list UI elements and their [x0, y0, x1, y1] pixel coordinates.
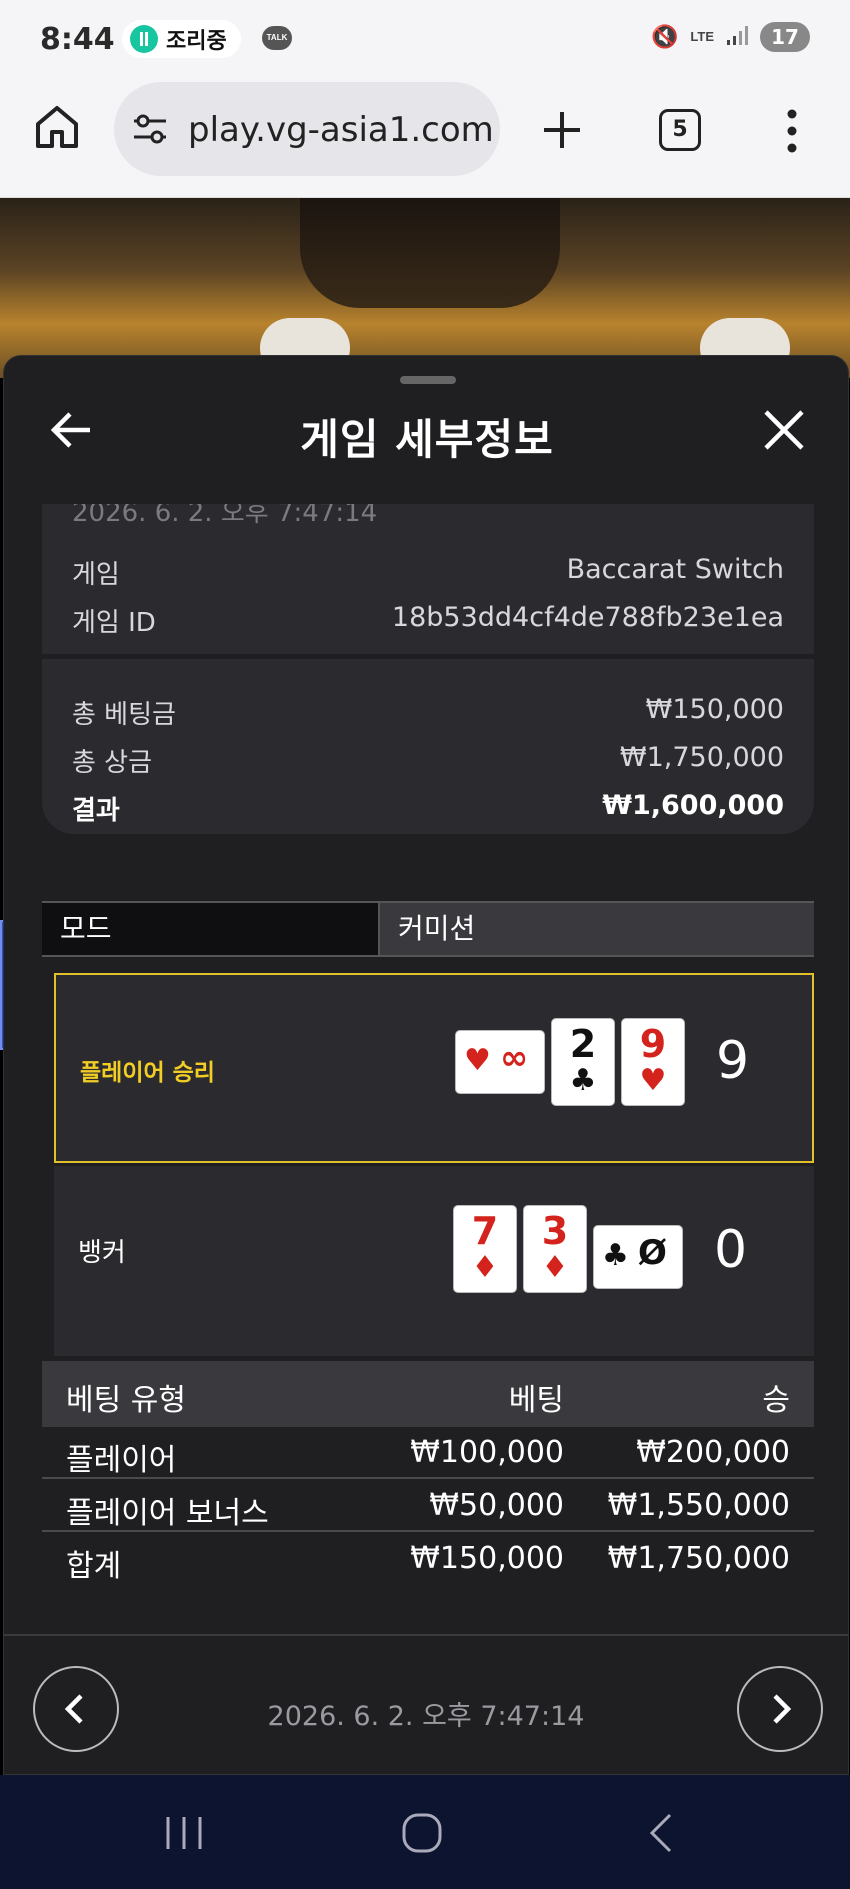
- page-title: 게임 세부정보: [300, 415, 554, 464]
- game-label: 게임: [72, 560, 120, 590]
- android-navigation-bar: [0, 1775, 850, 1889]
- table-row-total: 합계 ₩150,000 ₩1,750,000: [42, 1533, 814, 1585]
- tab-switcher-button[interactable]: 5: [659, 109, 701, 151]
- notification-text: 조리중: [166, 29, 227, 54]
- banker-hand: 뱅커 7 ♦ 3 ♦ Ø ♣ 0: [54, 1166, 814, 1356]
- playing-card: Ø ♣: [594, 1226, 682, 1288]
- status-icons: 🔇 LTE 17: [651, 22, 810, 52]
- game-date-partial: 2026. 6. 2. 오후 7:47:14: [72, 504, 378, 528]
- bet-amount-cell: ₩50,000: [429, 1488, 564, 1523]
- round-date: 2026. 6. 2. 오후 7:47:14: [267, 1701, 585, 1732]
- bet-amount-cell: ₩100,000: [410, 1435, 564, 1470]
- bet-type-cell: 플레이어: [66, 1443, 177, 1478]
- new-tab-button[interactable]: [540, 108, 584, 152]
- total-bet-label: 총 베팅금: [72, 700, 176, 730]
- status-time: 8:44: [40, 22, 115, 57]
- game-details-sheet: 게임 세부정보 2026. 6. 2. 오후 7:47:14 게임 Baccar…: [3, 355, 849, 1775]
- card-rank: 3: [541, 1209, 569, 1253]
- player-hand: 플레이어 승리 ∞ ♥ 2 ♣ 9 ♥ 9: [54, 973, 814, 1163]
- next-round-button[interactable]: [737, 1666, 823, 1752]
- divider: [42, 654, 814, 659]
- player-hand-label: 플레이어 승리: [80, 1060, 215, 1086]
- card-suit-icon: ♣: [602, 1238, 629, 1273]
- url-bar[interactable]: play.vg-asia1.com: [114, 82, 500, 176]
- playing-card: 2 ♣: [552, 1019, 614, 1105]
- bet-type-cell: 플레이어 보너스: [66, 1496, 269, 1531]
- cooking-app-icon: [130, 25, 158, 53]
- browser-toolbar: play.vg-asia1.com 5: [0, 80, 850, 198]
- table-row: 플레이어 보너스 ₩50,000 ₩1,550,000: [42, 1480, 814, 1532]
- drag-handle[interactable]: [400, 376, 456, 384]
- total-prize-value: ₩1,750,000: [619, 742, 784, 773]
- total-win-cell: ₩1,750,000: [607, 1541, 790, 1576]
- status-bar: 8:44 조리중 TALK 🔇 LTE 17: [0, 0, 850, 80]
- bets-table-header: 베팅 유형 베팅 승: [42, 1361, 814, 1427]
- plus-icon: [544, 112, 580, 148]
- win-amount-cell: ₩200,000: [636, 1435, 790, 1470]
- android-home-button[interactable]: [398, 1809, 446, 1857]
- more-vert-icon: [787, 109, 797, 153]
- total-prize-label: 총 상금: [72, 748, 153, 778]
- game-info-card: 2026. 6. 2. 오후 7:47:14 게임 Baccarat Switc…: [42, 504, 814, 834]
- mute-icon: 🔇: [651, 24, 679, 50]
- total-bet-value: ₩150,000: [645, 694, 784, 725]
- card-suit-icon: ♥: [639, 1063, 667, 1098]
- win-amount-cell: ₩1,550,000: [607, 1488, 790, 1523]
- total-label-cell: 합계: [66, 1549, 122, 1584]
- mode-row: 모드 커미션: [42, 901, 814, 957]
- url-text: play.vg-asia1.com: [188, 110, 494, 150]
- table-row: 플레이어 ₩100,000 ₩200,000: [42, 1427, 814, 1479]
- card-rank: ∞: [500, 1038, 529, 1078]
- card-rank: 2: [569, 1022, 597, 1066]
- more-menu-button[interactable]: [780, 108, 804, 154]
- android-back-button[interactable]: [638, 1809, 686, 1857]
- card-suit-icon: ♦: [471, 1250, 499, 1285]
- game-value: Baccarat Switch: [566, 554, 784, 585]
- signal-icon: [726, 24, 748, 51]
- card-rank: 9: [639, 1022, 667, 1066]
- home-icon: [36, 106, 78, 148]
- playing-card: ∞ ♥: [456, 1031, 544, 1093]
- mode-value: 커미션: [380, 903, 814, 955]
- result-value: ₩1,600,000: [602, 790, 784, 821]
- player-score: 9: [716, 1031, 750, 1091]
- mode-label: 모드: [42, 903, 380, 955]
- round-navigation: 2026. 6. 2. 오후 7:47:14: [3, 1634, 849, 1774]
- lte-icon: LTE: [690, 29, 714, 44]
- close-icon: [764, 410, 804, 450]
- header-bet-type: 베팅 유형: [66, 1383, 186, 1418]
- playing-card: 3 ♦: [524, 1206, 586, 1292]
- card-rank: Ø: [638, 1233, 667, 1273]
- home-button[interactable]: [32, 102, 82, 152]
- game-id-value: 18b53dd4cf4de788fb23e1ea: [391, 602, 784, 633]
- notification-pill[interactable]: 조리중: [122, 20, 241, 58]
- home-circle-icon: [402, 1813, 442, 1853]
- game-id-label: 게임 ID: [72, 608, 156, 638]
- card-rank: 7: [471, 1209, 499, 1253]
- live-video-background: [0, 198, 850, 378]
- card-suit-icon: ♣: [569, 1063, 597, 1098]
- header-win: 승: [762, 1383, 790, 1418]
- card-suit-icon: ♦: [541, 1250, 569, 1285]
- back-chevron-icon: [649, 1813, 672, 1853]
- playing-card: 7 ♦: [454, 1206, 516, 1292]
- header-bet: 베팅: [508, 1383, 564, 1418]
- chevron-right-icon: [773, 1694, 792, 1724]
- site-settings-icon: [134, 114, 166, 144]
- banker-hand-label: 뱅커: [78, 1238, 126, 1268]
- card-suit-icon: ♥: [464, 1043, 491, 1078]
- close-button[interactable]: [760, 406, 808, 454]
- recent-apps-icon: [166, 1817, 202, 1849]
- banker-score: 0: [714, 1220, 748, 1280]
- recent-apps-button[interactable]: [160, 1809, 208, 1857]
- total-bet-cell: ₩150,000: [410, 1541, 564, 1576]
- talk-icon: TALK: [262, 26, 292, 50]
- playing-card: 9 ♥: [622, 1019, 684, 1105]
- result-label: 결과: [72, 796, 120, 826]
- battery-icon: 17: [760, 22, 810, 52]
